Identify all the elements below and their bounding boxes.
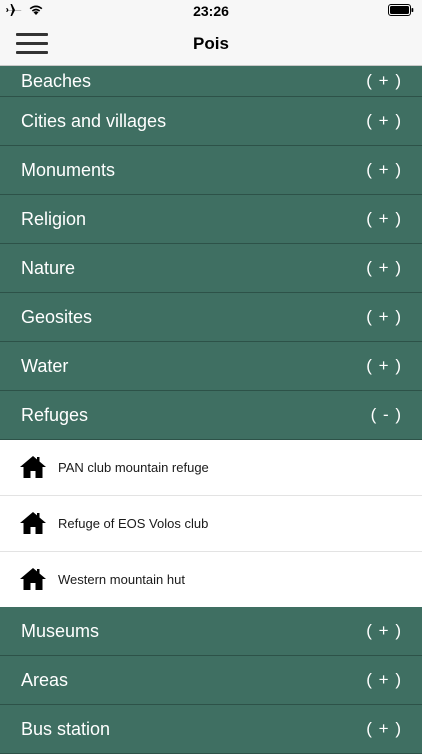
refuges-sublist: PAN club mountain refuge Refuge of EOS V… <box>0 440 422 607</box>
expand-toggle[interactable]: ( + ) <box>366 258 402 278</box>
expand-toggle[interactable]: ( + ) <box>366 356 402 376</box>
house-icon <box>20 456 46 478</box>
status-time: 23:26 <box>193 3 229 19</box>
status-right <box>388 4 414 16</box>
navigation-bar: Pois <box>0 22 422 66</box>
category-museums[interactable]: Museums ( + ) <box>0 607 422 656</box>
expand-toggle[interactable]: ( + ) <box>366 209 402 229</box>
expand-toggle[interactable]: ( + ) <box>366 621 402 641</box>
category-label: Museums <box>21 621 100 641</box>
house-icon <box>20 512 46 534</box>
expand-toggle[interactable]: ( + ) <box>366 307 402 327</box>
category-label: Beaches <box>21 71 92 91</box>
category-label: Areas <box>21 670 69 690</box>
status-bar: 23:26 <box>0 0 422 22</box>
category-areas[interactable]: Areas ( + ) <box>0 656 422 705</box>
page-title: Pois <box>193 34 229 53</box>
category-label: Geosites <box>21 307 93 327</box>
list-item[interactable]: PAN club mountain refuge <box>0 440 422 496</box>
category-label: Nature <box>21 258 76 278</box>
category-water[interactable]: Water ( + ) <box>0 342 422 391</box>
category-label: Monuments <box>21 160 116 180</box>
poi-category-list: Beaches ( + ) Cities and villages ( + ) … <box>0 66 422 754</box>
category-label: Water <box>21 356 69 376</box>
category-label: Refuges <box>21 405 89 425</box>
category-religion[interactable]: Religion ( + ) <box>0 195 422 244</box>
category-monuments[interactable]: Monuments ( + ) <box>0 146 422 195</box>
category-label: Bus station <box>21 719 111 739</box>
expand-toggle[interactable]: ( + ) <box>366 111 402 131</box>
expand-toggle[interactable]: ( + ) <box>366 71 402 91</box>
category-label: Religion <box>21 209 87 229</box>
list-item[interactable]: Western mountain hut <box>0 552 422 607</box>
category-geosites[interactable]: Geosites ( + ) <box>0 293 422 342</box>
battery-icon <box>388 4 414 16</box>
category-refuges[interactable]: Refuges ( - ) <box>0 391 422 440</box>
category-cities-and-villages[interactable]: Cities and villages ( + ) <box>0 97 422 146</box>
category-beaches[interactable]: Beaches ( + ) <box>0 66 422 97</box>
collapse-toggle[interactable]: ( - ) <box>371 405 402 425</box>
house-icon <box>20 568 46 590</box>
expand-toggle[interactable]: ( + ) <box>366 719 402 739</box>
list-item-label: Western mountain hut <box>58 572 185 587</box>
list-item-label: Refuge of EOS Volos club <box>58 516 209 531</box>
category-bus-station[interactable]: Bus station ( + ) <box>0 705 422 754</box>
list-item[interactable]: Refuge of EOS Volos club <box>0 496 422 552</box>
expand-toggle[interactable]: ( + ) <box>366 160 402 180</box>
category-label: Cities and villages <box>21 111 167 131</box>
category-nature[interactable]: Nature ( + ) <box>0 244 422 293</box>
list-item-label: PAN club mountain refuge <box>58 460 209 475</box>
expand-toggle[interactable]: ( + ) <box>366 670 402 690</box>
